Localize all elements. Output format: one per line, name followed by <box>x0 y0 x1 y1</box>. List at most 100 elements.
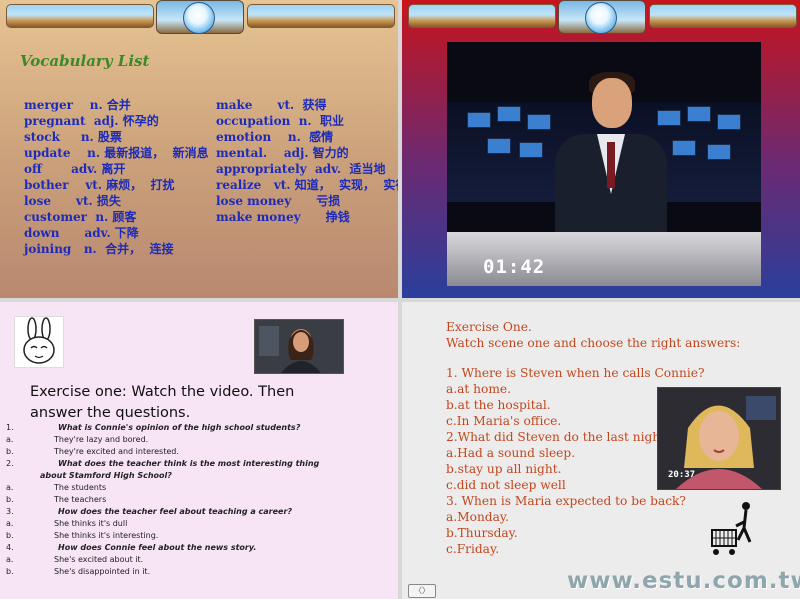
item-text: She's disappointed in it. <box>54 567 151 576</box>
spacer <box>446 351 740 365</box>
item-text: The teachers <box>54 495 107 504</box>
vocab-item: pregnant adj. 怀孕的 <box>24 114 159 128</box>
item-text: about Stamford High School? <box>40 471 172 480</box>
shopping-cart-icon <box>710 500 756 560</box>
vocab-item: bother vt. 麻烦， 打扰 <box>24 178 175 192</box>
item-number: a. <box>6 519 14 528</box>
item-text: She thinks it's dull <box>54 519 128 528</box>
vocab-list-left: merger n. 合并 pregnant adj. 怀孕的 stock n. 股票… <box>24 97 209 257</box>
orb-frame <box>156 0 244 34</box>
item-number: 1. <box>6 423 14 432</box>
vocab-item: stock n. 股票 <box>24 130 122 144</box>
answer-option[interactable]: c.Friday. <box>446 541 740 557</box>
item-number: a. <box>6 555 14 564</box>
question-item: 4. How does Connie feel about the news st… <box>6 542 346 554</box>
studio-monitor <box>687 106 711 122</box>
anchor-face <box>592 78 632 128</box>
vocab-item: update n. 最新报道， 新消息 <box>24 146 209 160</box>
exercise-panel: Exercise one: Watch the video. Then answ… <box>0 302 398 599</box>
answer-option[interactable]: b. She thinks it's interesting. <box>6 530 346 542</box>
studio-monitor <box>672 140 696 156</box>
answer-option[interactable]: a.Monday. <box>446 509 740 525</box>
video-timecode: 01:42 <box>483 256 546 278</box>
item-text: What does the teacher think is the most … <box>58 459 320 468</box>
studio-monitor <box>657 110 681 126</box>
item-text: They're lazy and bored. <box>54 435 149 444</box>
answer-option[interactable]: a. They're lazy and bored. <box>6 434 346 446</box>
item-text: They're excited and interested. <box>54 447 179 456</box>
back-button[interactable]: 〈〉 <box>408 584 436 598</box>
news-video-player[interactable]: 01:42 <box>447 42 761 286</box>
question-item: 3. How does the teacher feel about teachi… <box>6 506 346 518</box>
vocab-item: lose money 亏损 <box>216 194 341 208</box>
studio-monitor <box>519 142 543 158</box>
decorative-banner-right <box>649 4 797 28</box>
globe-icon <box>183 2 215 34</box>
item-text: She thinks it's interesting. <box>54 531 159 540</box>
vocab-item: merger n. 合并 <box>24 98 131 112</box>
vocab-item: realize vt. 知道， 实现， 实行 <box>216 178 398 192</box>
studio-monitor <box>497 106 521 122</box>
studio-monitor <box>467 112 491 128</box>
exercise-one-panel: Exercise One. Watch scene one and choose … <box>402 302 800 599</box>
studio-monitor <box>717 114 741 130</box>
question-item: 1. What is Connie's opinion of the high s… <box>6 422 346 434</box>
item-number: b. <box>6 567 14 576</box>
item-text: The students <box>54 483 107 492</box>
vocab-item: occupation n. 职业 <box>216 114 344 128</box>
exercise-heading: Exercise one: Watch the video. Then answ… <box>30 384 295 421</box>
teacher-video-thumbnail[interactable] <box>254 319 344 374</box>
answer-option[interactable]: a. She's excited about it. <box>6 554 346 566</box>
exercise-question-list: 1. What is Connie's opinion of the high s… <box>6 422 346 578</box>
vocab-item: make vt. 获得 <box>216 98 327 112</box>
vocab-list-right: make vt. 获得 occupation n. 职业 emotion n. 感情… <box>216 97 398 225</box>
woman-video-thumbnail[interactable]: 20:37 <box>657 387 781 490</box>
question-line: 3. When is Maria expected to be back? <box>446 494 686 508</box>
vocab-item: customer n. 顾客 <box>24 210 137 224</box>
vocabulary-panel: Vocabulary List merger n. 合并 pregnant adj… <box>0 0 398 298</box>
item-number: b. <box>6 531 14 540</box>
decorative-banner-left <box>408 4 556 28</box>
item-number: 2. <box>6 459 14 468</box>
item-text: What is Connie's opinion of the high sch… <box>58 423 301 432</box>
vocab-item: lose vt. 损失 <box>24 194 121 208</box>
video-panel: 01:42 <box>402 0 800 298</box>
orb-frame <box>558 0 646 34</box>
vocab-item: appropriately adv. 适当地 <box>216 162 386 176</box>
website-watermark: www.estu.com.tw <box>567 568 800 594</box>
question-line: 1. Where is Steven when he calls Connie? <box>446 366 705 380</box>
answer-option[interactable]: b. The teachers <box>6 494 346 506</box>
vocab-item: mental. adj. 智力的 <box>216 146 349 160</box>
answer-option[interactable]: a. She thinks it's dull <box>6 518 346 530</box>
item-text: How does the teacher feel about teaching… <box>58 507 293 516</box>
vocab-item: emotion n. 感情 <box>216 130 334 144</box>
vocab-item: off adv. 离开 <box>24 162 126 176</box>
globe-icon <box>585 2 617 34</box>
vocab-item: down adv. 下降 <box>24 226 139 240</box>
studio-monitor <box>707 144 731 160</box>
item-number: b. <box>6 495 14 504</box>
question-item: 2. What does the teacher think is the mos… <box>6 458 346 470</box>
question-item: about Stamford High School? <box>6 470 346 482</box>
decorative-banner-left <box>6 4 154 28</box>
item-text: She's excited about it. <box>54 555 144 564</box>
item-number: 4. <box>6 543 14 552</box>
vocab-item: joining n. 合并， 连接 <box>24 242 174 256</box>
studio-monitor <box>527 114 551 130</box>
answer-option[interactable]: b. They're excited and interested. <box>6 446 346 458</box>
answer-option[interactable]: a. The students <box>6 482 346 494</box>
answer-option[interactable]: b. She's disappointed in it. <box>6 566 346 578</box>
question-line: Watch scene one and choose the right ans… <box>446 336 741 350</box>
item-number: b. <box>6 447 14 456</box>
studio-monitor <box>487 138 511 154</box>
item-text: How does Connie feel about the news stor… <box>58 543 257 552</box>
answer-option[interactable]: b.Thursday. <box>446 525 740 541</box>
vocabulary-title: Vocabulary List <box>20 52 150 70</box>
item-number: 3. <box>6 507 14 516</box>
item-number: a. <box>6 435 14 444</box>
thumbnail-timecode: 20:37 <box>668 470 696 480</box>
item-number: a. <box>6 483 14 492</box>
vocab-item: make money 挣钱 <box>216 210 350 224</box>
decorative-banner-right <box>247 4 395 28</box>
rabbit-mascot-icon <box>14 316 64 368</box>
